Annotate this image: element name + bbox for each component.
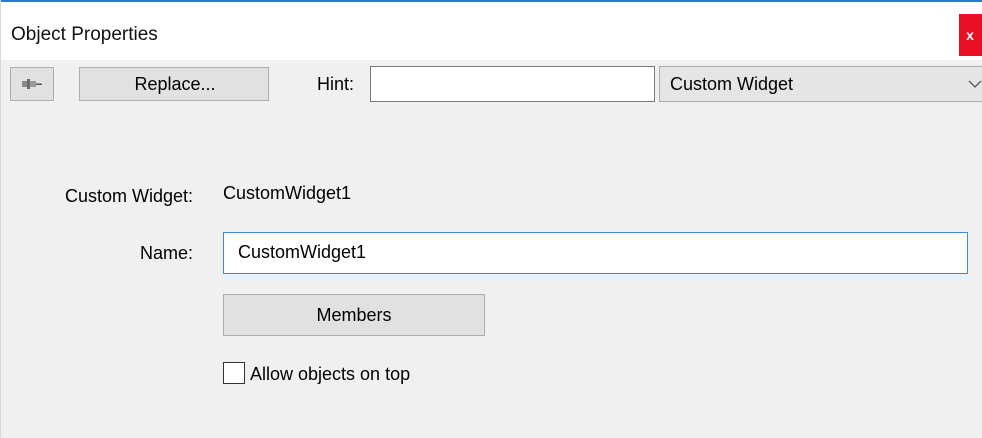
type-label: Custom Widget: (64, 186, 193, 206)
pushpin-icon (22, 79, 42, 89)
hint-input[interactable] (370, 66, 655, 102)
chevron-down-icon (968, 80, 982, 88)
object-properties-dialog: Object Properties x Replace... Hint: Cus… (0, 0, 982, 438)
object-type-selected: Custom Widget (670, 74, 794, 94)
allow-objects-on-top-checkbox[interactable] (223, 362, 245, 384)
members-button[interactable]: Members (223, 294, 485, 336)
object-type-dropdown[interactable]: Custom Widget (659, 66, 982, 102)
dialog-title: Object Properties (11, 24, 158, 45)
pin-button[interactable] (10, 67, 54, 101)
name-input[interactable]: CustomWidget1 (223, 232, 968, 274)
close-icon: x (966, 27, 974, 43)
replace-button[interactable]: Replace... (79, 67, 269, 101)
title-bar[interactable]: Object Properties x (1, 0, 982, 60)
hint-label: Hint: (317, 74, 355, 94)
allow-objects-on-top-label[interactable]: Allow objects on top (250, 364, 410, 385)
type-value: CustomWidget1 (223, 183, 352, 203)
close-button[interactable]: x (959, 14, 982, 56)
name-label: Name: (139, 243, 193, 263)
toolbar: Replace... Hint: Custom Widget (1, 60, 982, 110)
